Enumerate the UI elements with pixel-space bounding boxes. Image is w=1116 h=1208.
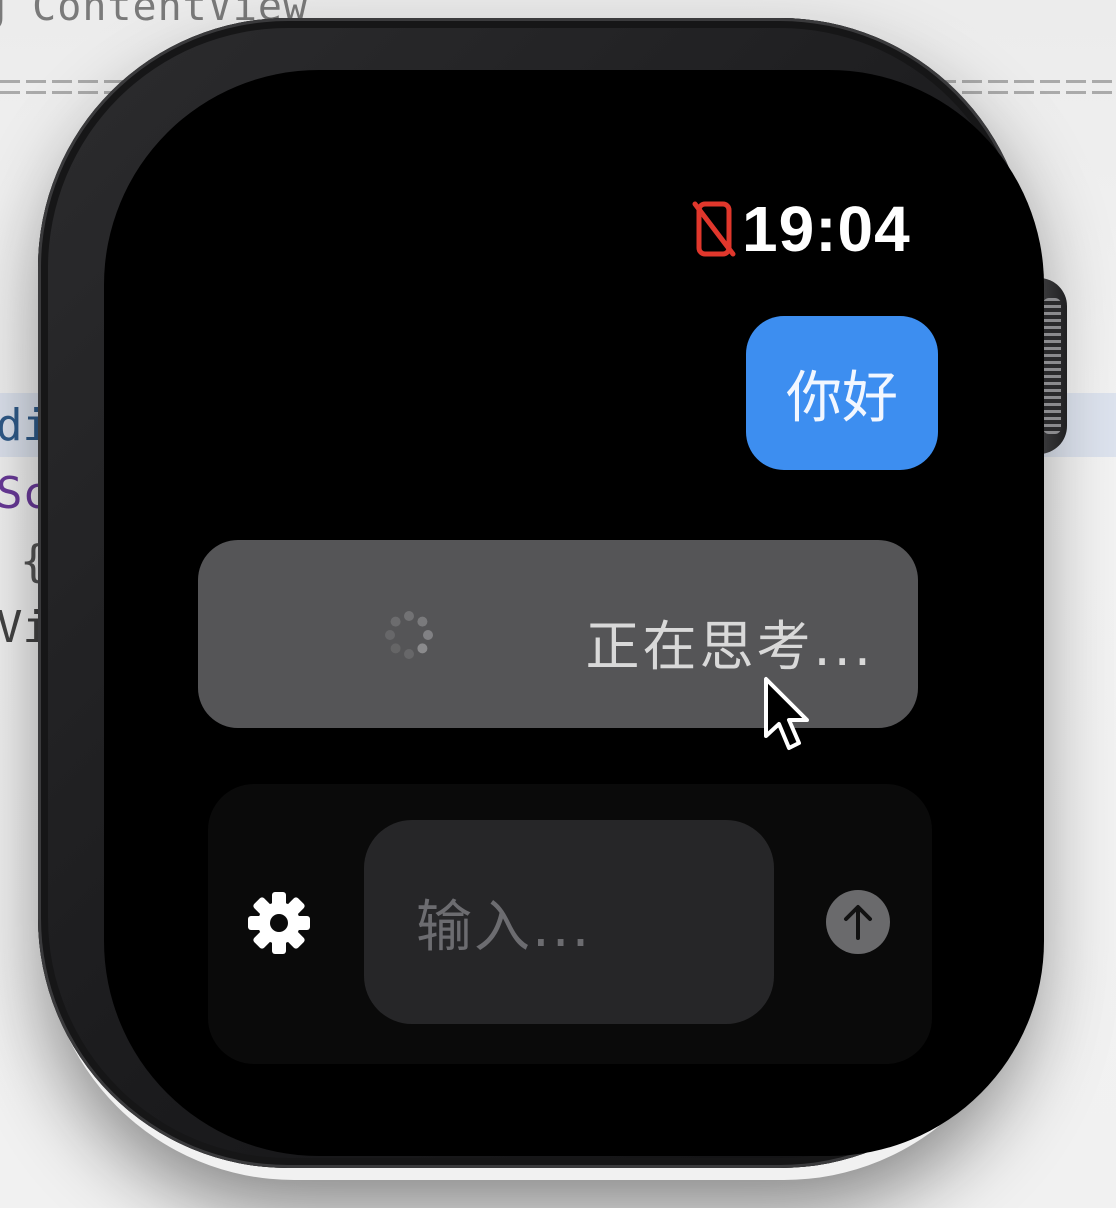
arrow-up-circle-icon bbox=[844, 905, 872, 940]
iphone-slash-icon bbox=[692, 201, 736, 257]
crown-ridges bbox=[1043, 298, 1061, 434]
user-message-text: 你好 bbox=[786, 365, 898, 431]
mouse-pointer-icon bbox=[764, 677, 809, 750]
settings-button[interactable] bbox=[244, 888, 314, 958]
message-input-placeholder: 输入... bbox=[416, 894, 592, 960]
thinking-status-text: 正在思考... bbox=[585, 615, 874, 678]
input-bar: 输入... bbox=[208, 784, 932, 1064]
send-button[interactable] bbox=[826, 890, 890, 954]
watch-screen: 19:04 你好 正在思考... 输入... bbox=[104, 70, 1044, 1156]
watch-case: 19:04 你好 正在思考... 输入... bbox=[38, 18, 1044, 1168]
user-message-bubble: 你好 bbox=[746, 316, 938, 470]
message-input[interactable]: 输入... bbox=[364, 820, 774, 1024]
status-time: 19:04 bbox=[742, 193, 911, 265]
activity-spinner-icon bbox=[385, 611, 433, 659]
status-bar: 19:04 bbox=[692, 192, 911, 266]
gear-icon bbox=[248, 892, 310, 954]
